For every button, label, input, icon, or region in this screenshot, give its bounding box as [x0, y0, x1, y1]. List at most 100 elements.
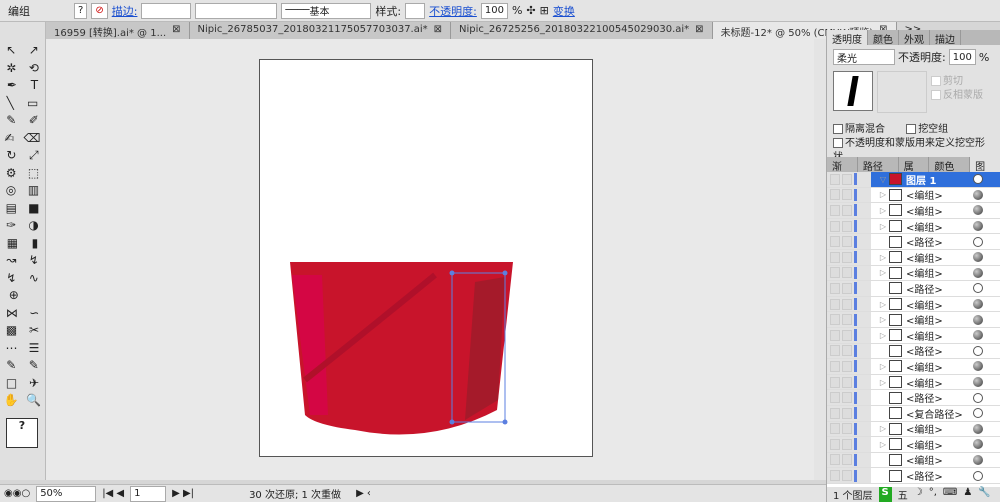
tool-icon[interactable]: ☰	[29, 340, 40, 358]
tool-icon[interactable]: ⌫	[24, 130, 41, 148]
tool-icon[interactable]: ▤	[6, 200, 17, 218]
tool-icon[interactable]: ⋈	[6, 305, 18, 323]
layer-row[interactable]: ▷ <编组>	[827, 218, 1000, 235]
panel-tab[interactable]: 描边	[930, 30, 961, 46]
panel-tab[interactable]: 颜色	[868, 30, 899, 46]
visibility-toggle[interactable]	[827, 374, 871, 390]
visibility-toggle[interactable]	[827, 234, 871, 249]
brush-select[interactable]: ──── 基本	[281, 2, 372, 19]
expand-icon[interactable]: ▷	[877, 362, 889, 371]
layer-row[interactable]: <路径>	[827, 468, 1000, 484]
visibility-toggle[interactable]	[827, 343, 871, 359]
layer-row[interactable]: ▷ <编组>	[827, 312, 1000, 328]
close-tab-icon[interactable]: ⊠	[434, 24, 442, 37]
layer-row[interactable]: ▷ <编组>	[827, 265, 1000, 282]
expand-icon[interactable]: ▷	[877, 268, 889, 277]
zoom-select[interactable]: 50%	[36, 485, 97, 502]
invert-mask-checkbox[interactable]: 反相蒙版	[931, 89, 983, 103]
screen-mode-icon[interactable]: ◉◉○	[4, 488, 30, 499]
close-tab-icon[interactable]: ⊠	[695, 24, 703, 37]
clip-checkbox[interactable]: 剪切	[931, 75, 983, 89]
tool-icon[interactable]: ✎	[6, 112, 16, 130]
artwork[interactable]	[260, 60, 594, 458]
target-icon[interactable]	[973, 236, 983, 247]
target-icon[interactable]	[973, 252, 983, 263]
tool-icon[interactable]: □	[6, 375, 17, 393]
target-icon[interactable]	[973, 408, 983, 419]
isolate-blending-checkbox[interactable]: 隔离混合	[833, 124, 885, 135]
target-icon[interactable]	[973, 189, 983, 200]
tool-icon[interactable]: ◑	[28, 217, 38, 235]
layer-row[interactable]: ▽ 图层 1	[827, 172, 1000, 188]
tool-icon[interactable]: ∽	[29, 305, 39, 323]
expand-icon[interactable]: ▷	[877, 190, 889, 199]
tool-icon[interactable]: ⤢	[29, 147, 39, 165]
panel-tab[interactable]: 颜色参	[929, 157, 971, 188]
visibility-toggle[interactable]	[827, 452, 871, 468]
ime-icon[interactable]: °,	[929, 487, 937, 502]
tool-icon[interactable]: ▦	[7, 235, 18, 253]
opacity-link[interactable]: 不透明度:	[429, 3, 477, 19]
visibility-toggle[interactable]	[827, 327, 871, 343]
ime-icon[interactable]: S	[878, 486, 892, 502]
tool-icon[interactable]: ✑	[6, 217, 16, 235]
target-icon[interactable]	[973, 454, 983, 465]
stroke-link[interactable]: 描边:	[112, 3, 138, 19]
expand-icon[interactable]: ▷	[877, 440, 889, 449]
status-menu-icon[interactable]: ▶ ‹	[356, 488, 371, 499]
layer-row[interactable]: ▷ <编组>	[827, 187, 1000, 204]
tool-icon[interactable]: ▭	[27, 95, 38, 113]
tool-icon[interactable]: ⚙	[6, 165, 17, 183]
visibility-toggle[interactable]	[827, 265, 871, 281]
tool-icon[interactable]: ✂	[29, 322, 39, 340]
tool-icon[interactable]: ↖	[6, 42, 16, 60]
panel-tab[interactable]: 属性	[899, 157, 930, 188]
tool-icon[interactable]: ▮	[32, 235, 39, 253]
target-icon[interactable]	[973, 330, 983, 341]
target-icon[interactable]	[973, 470, 983, 481]
canvas[interactable]	[46, 39, 814, 480]
target-icon[interactable]	[973, 283, 983, 294]
tool-icon[interactable]: 🔍	[26, 392, 41, 410]
tool-icon[interactable]: ✍	[4, 130, 14, 148]
tool-icon[interactable]: ⟲	[29, 60, 39, 78]
expand-icon[interactable]: ▷	[877, 424, 889, 433]
tool-icon[interactable]: ✐	[29, 112, 39, 130]
blend-mode-select[interactable]: 柔光	[833, 49, 895, 65]
target-icon[interactable]	[973, 392, 983, 403]
tool-icon[interactable]: ⬚	[28, 165, 39, 183]
panel-tab[interactable]: 外观	[899, 30, 930, 46]
panel-tab[interactable]: 图层	[970, 157, 1000, 188]
expand-icon[interactable]: ▽	[877, 175, 889, 184]
tool-icon[interactable]: ✲	[6, 60, 16, 78]
tool-icon[interactable]: ✎	[29, 357, 39, 375]
layer-row[interactable]: <编组>	[827, 452, 1000, 469]
stroke-swatch[interactable]: ⊘	[91, 2, 108, 19]
opacity-input[interactable]: 100	[480, 2, 508, 19]
target-icon[interactable]	[973, 205, 983, 216]
panel-opacity-input[interactable]: 100	[948, 49, 976, 65]
variable-width-select[interactable]	[195, 2, 278, 19]
tool-icon[interactable]: ↯	[29, 252, 39, 270]
expand-icon[interactable]: ▷	[877, 331, 889, 340]
page-select[interactable]: 1	[130, 485, 167, 502]
tool-icon[interactable]: ⊕	[9, 287, 19, 305]
tool-icon[interactable]: ▥	[28, 182, 39, 200]
document-tab[interactable]: Nipic_26785037_20180321175057703037.ai* ⊠	[189, 22, 452, 39]
style-select[interactable]	[405, 2, 426, 19]
target-icon[interactable]	[973, 221, 983, 232]
visibility-toggle[interactable]	[827, 218, 871, 234]
visibility-toggle[interactable]	[827, 390, 871, 405]
tool-icon[interactable]: ↗	[29, 42, 39, 60]
tool-icon[interactable]: ╲	[7, 95, 14, 113]
layer-row[interactable]: ▷ <编组>	[827, 203, 1000, 219]
tool-icon[interactable]: T	[31, 77, 38, 95]
ime-icon[interactable]: ☽	[914, 487, 923, 502]
ime-icon[interactable]: 五	[898, 487, 908, 502]
layer-row[interactable]: <路径>	[827, 234, 1000, 250]
layer-row[interactable]: ▷ <编组>	[827, 421, 1000, 438]
visibility-toggle[interactable]	[827, 203, 871, 218]
ime-icon[interactable]: 🔧	[978, 487, 990, 502]
layer-row[interactable]: ▷ <编组>	[827, 437, 1000, 453]
tool-icon[interactable]: ⋯	[6, 340, 18, 358]
